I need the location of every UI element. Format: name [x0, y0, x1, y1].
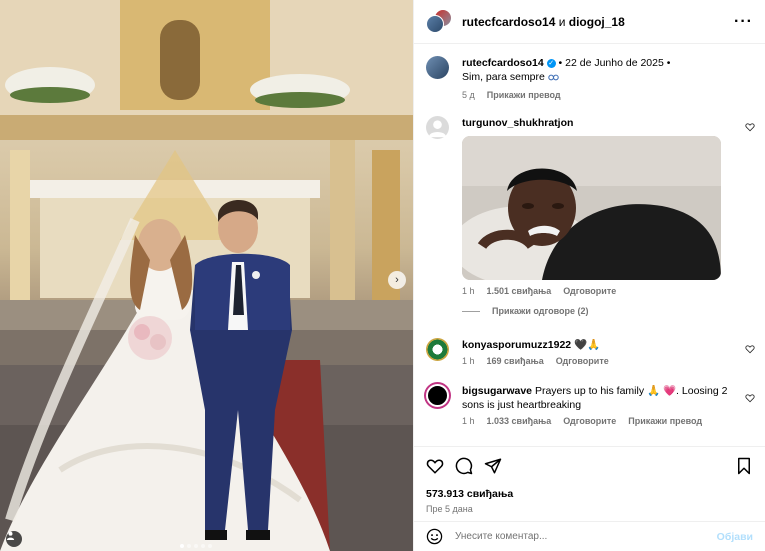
comment-likes[interactable]: 1.501 свиђања [487, 286, 552, 296]
caption: rutecfcardoso14 ✓ • 22 de Junho de 2025 … [414, 56, 765, 100]
comment-item: konyasporumuzz1922 🖤🙏 1 h 169 свиђања Од… [414, 338, 765, 366]
comment-username[interactable]: turgunov_shukhratjon [462, 117, 573, 129]
carousel-dot [187, 544, 191, 548]
author-separator: и [558, 14, 566, 29]
verified-badge-icon: ✓ [546, 58, 556, 68]
comment-item: turgunov_shukhratjon 1 h 1.501 свиђања О… [414, 116, 765, 316]
show-replies-label: Прикажи одговоре (2) [492, 306, 589, 316]
comment-likes[interactable]: 169 свиђања [487, 356, 544, 366]
meme-illustration [462, 136, 721, 280]
post-authors: rutecfcardoso14 и diogoj_18 [462, 15, 734, 29]
author-link[interactable]: diogoj_18 [569, 15, 625, 29]
post-comment-button[interactable]: Објави [717, 531, 753, 543]
wedding-photo-illustration [0, 0, 413, 551]
avatar [426, 14, 444, 33]
carousel-dot [180, 544, 184, 548]
heart-icon[interactable] [745, 122, 755, 132]
post-header: rutecfcardoso14 и diogoj_18 ··· [414, 0, 765, 44]
carousel-dot [208, 544, 212, 548]
share-icon[interactable] [484, 457, 502, 475]
reply-button[interactable]: Одговорите [563, 416, 616, 426]
divider [462, 310, 480, 312]
bookmark-icon[interactable] [735, 457, 753, 475]
action-icons [426, 457, 753, 477]
comment-text: 🖤🙏 [574, 339, 601, 351]
caption-text: Sim, para sempre [462, 71, 545, 83]
reply-button[interactable]: Одговорите [556, 356, 609, 366]
comment-composer: Објави [414, 521, 765, 551]
chevron-right-icon: › [395, 274, 399, 286]
caption-date: • 22 de Junho de 2025 • [558, 57, 671, 69]
heart-icon[interactable] [745, 393, 755, 403]
comment-icon[interactable] [455, 457, 473, 475]
heart-icon[interactable] [426, 457, 444, 475]
comment-input[interactable] [455, 531, 717, 542]
user-tag-icon [6, 531, 15, 540]
collab-avatars[interactable] [426, 8, 452, 35]
next-photo-button[interactable]: › [388, 271, 406, 289]
avatar[interactable] [426, 56, 449, 79]
emoji-icon[interactable] [426, 528, 443, 545]
post-likes-count[interactable]: 573.913 свиђања [426, 488, 513, 500]
post-side-panel: rutecfcardoso14 и diogoj_18 ··· rutecfca… [413, 0, 765, 551]
comment-username[interactable]: bigsugarwave [462, 385, 532, 397]
translate-link[interactable]: Прикажи превод [487, 90, 561, 100]
avatar[interactable] [426, 338, 449, 361]
comment-likes[interactable]: 1.033 свиђања [487, 416, 552, 426]
comment-meme-image[interactable] [462, 136, 721, 280]
link-icon[interactable] [548, 74, 559, 81]
translate-link[interactable]: Прикажи превод [628, 416, 702, 426]
comment-username[interactable]: konyasporumuzz1922 [462, 339, 571, 351]
caption-username[interactable]: rutecfcardoso14 [462, 57, 544, 69]
author-link[interactable]: rutecfcardoso14 [462, 15, 555, 29]
default-avatar-icon [428, 120, 447, 138]
carousel-dot [194, 544, 198, 548]
post-actions: 573.913 свиђања Пре 5 дана Објави [414, 446, 765, 550]
avatar[interactable] [426, 384, 449, 407]
avatar[interactable] [426, 116, 449, 139]
show-replies-button[interactable]: Прикажи одговоре (2) [462, 306, 737, 316]
more-icon[interactable]: ··· [734, 13, 753, 31]
comment-item: bigsugarwave Prayers up to his family 🙏 … [414, 384, 765, 426]
caption-age: 5 д [462, 90, 475, 100]
comments-area[interactable]: rutecfcardoso14 ✓ • 22 de Junho de 2025 … [414, 44, 765, 446]
comment-age: 1 h [462, 416, 475, 426]
carousel-dot [201, 544, 205, 548]
post-photo[interactable]: › [0, 0, 413, 551]
reply-button[interactable]: Одговорите [563, 286, 616, 296]
user-tag-button[interactable] [6, 531, 22, 547]
heart-icon[interactable] [745, 344, 755, 354]
comment-age: 1 h [462, 356, 475, 366]
carousel-indicator [180, 544, 212, 548]
post-time: Пре 5 дана [426, 504, 473, 514]
comment-age: 1 h [462, 286, 475, 296]
